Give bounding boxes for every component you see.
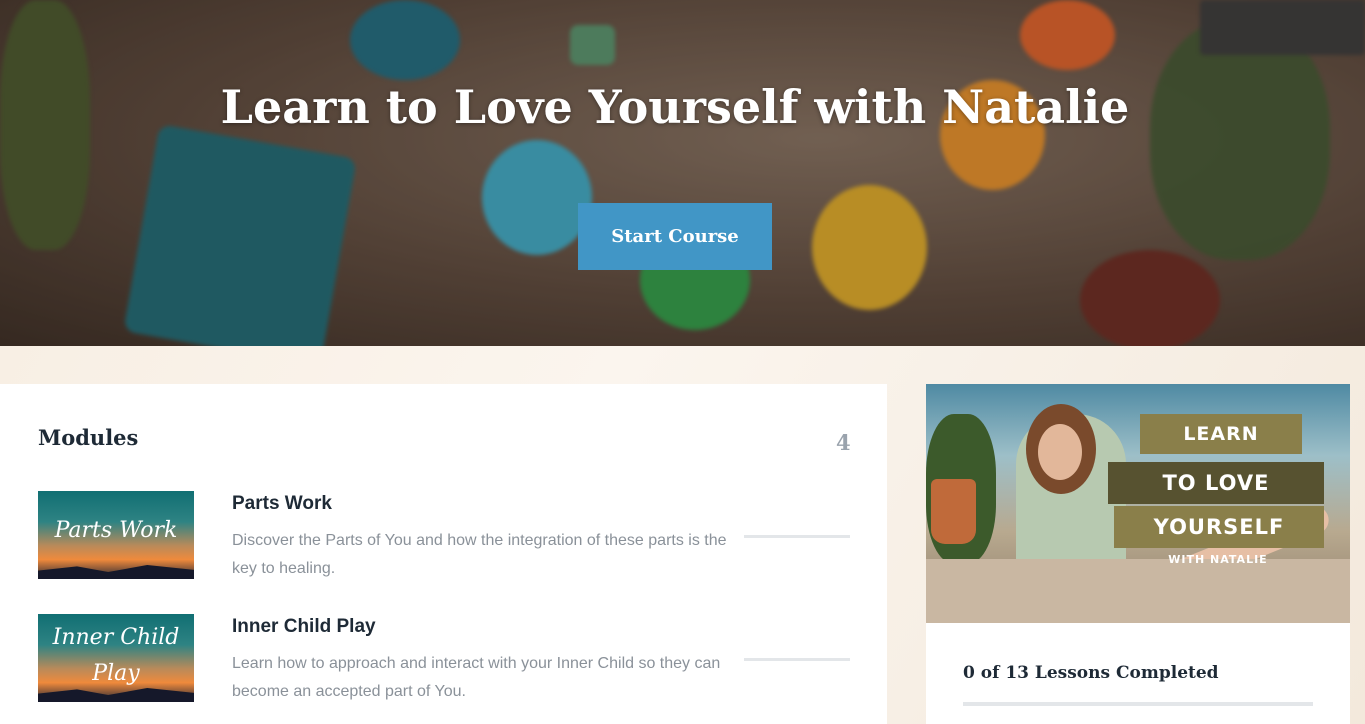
module-description: Learn how to approach and interact with … <box>232 655 721 700</box>
module-item-inner-child-play[interactable]: Inner Child Play Inner Child Play Learn … <box>38 614 850 704</box>
module-item-parts-work[interactable]: Parts Work Parts Work Discover the Parts… <box>38 491 850 581</box>
module-thumbnail[interactable]: Inner Child Play <box>38 614 194 702</box>
mountain-silhouette <box>38 565 194 579</box>
module-progress-bar <box>744 535 850 538</box>
start-course-button[interactable]: Start Course <box>578 203 772 270</box>
module-thumbnail[interactable]: Parts Work <box>38 491 194 579</box>
module-description: Discover the Parts of You and how the in… <box>232 532 727 577</box>
cover-tag-yourself: YOURSELF <box>1114 506 1324 548</box>
lessons-progress-bar <box>963 702 1313 706</box>
person-face <box>1038 424 1082 480</box>
course-title: Learn to Love Yourself with Natalie <box>220 80 1130 134</box>
hero-banner <box>0 0 1365 346</box>
hero-overlay <box>0 0 1365 346</box>
thumbnail-caption: Parts Work <box>54 518 178 543</box>
steps-image <box>926 559 1350 623</box>
lessons-completed-text: 0 of 13 Lessons Completed <box>963 663 1219 683</box>
cover-tag-learn: LEARN <box>1140 414 1302 454</box>
thumbnail-caption: Play <box>92 661 140 686</box>
course-cover-image: LEARN TO LOVE YOURSELF WITH NATALIE <box>926 384 1350 623</box>
thumbnail-caption: Inner Child <box>52 625 180 650</box>
modules-heading: Modules <box>38 425 139 450</box>
modules-count: 4 <box>836 430 851 455</box>
module-name[interactable]: Inner Child Play <box>232 616 376 638</box>
module-progress-bar <box>744 658 850 661</box>
cover-tag-to-love: TO LOVE <box>1108 462 1324 504</box>
module-name[interactable]: Parts Work <box>232 493 332 515</box>
cover-tag-with-natalie: WITH NATALIE <box>1168 553 1268 566</box>
flower-pot-image <box>931 479 976 544</box>
